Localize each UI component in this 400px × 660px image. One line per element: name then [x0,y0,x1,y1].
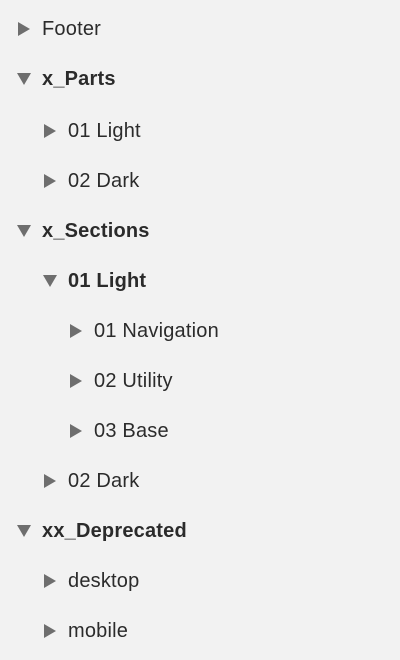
tree-row-03-base[interactable]: 03 Base [0,406,400,456]
tree-row-x-sections-01-light[interactable]: 01 Light [0,256,400,306]
triangle-right-icon[interactable] [42,473,58,489]
tree-row-footer[interactable]: Footer [0,4,400,54]
triangle-right-icon[interactable] [42,573,58,589]
tree-item-label: 01 Light [68,269,147,292]
tree-row-x-parts[interactable]: x_Parts [0,54,400,104]
tree-row-desktop[interactable]: desktop [0,556,400,606]
tree-item-label: 02 Utility [94,369,173,392]
tree-item-label: 02 Dark [68,169,140,192]
tree-item-label: 01 Navigation [94,319,219,342]
tree-row-01-navigation[interactable]: 01 Navigation [0,306,400,356]
tree-row-x-sections-02-dark[interactable]: 02 Dark [0,456,400,506]
tree-item-label: 01 Light [68,119,141,142]
triangle-down-icon[interactable] [42,273,58,289]
tree-item-label: Footer [42,17,102,40]
triangle-down-icon[interactable] [16,71,32,87]
tree-row-x-parts-02-dark[interactable]: 02 Dark [0,156,400,206]
triangle-down-icon[interactable] [16,523,32,539]
tree-row-02-utility[interactable]: 02 Utility [0,356,400,406]
triangle-right-icon[interactable] [42,623,58,639]
triangle-right-icon[interactable] [42,123,58,139]
tree-item-label: 03 Base [94,419,169,442]
triangle-right-icon[interactable] [68,423,84,439]
tree-item-label: desktop [68,569,140,592]
triangle-right-icon[interactable] [42,173,58,189]
tree-item-label: mobile [68,619,129,642]
tree-item-label: x_Sections [42,219,150,242]
tree-item-label: x_Parts [42,67,116,90]
tree-row-x-sections[interactable]: x_Sections [0,206,400,256]
triangle-right-icon[interactable] [68,373,84,389]
tree-row-x-parts-01-light[interactable]: 01 Light [0,106,400,156]
tree-item-label: 02 Dark [68,469,140,492]
tree-item-label: xx_Deprecated [42,519,187,542]
tree-row-xx-deprecated[interactable]: xx_Deprecated [0,506,400,556]
triangle-down-icon[interactable] [16,223,32,239]
layer-tree: Footer x_Parts 01 Light 02 Dark x_Sectio… [0,0,400,660]
tree-row-mobile[interactable]: mobile [0,606,400,656]
triangle-right-icon[interactable] [68,323,84,339]
triangle-right-icon[interactable] [16,21,32,37]
